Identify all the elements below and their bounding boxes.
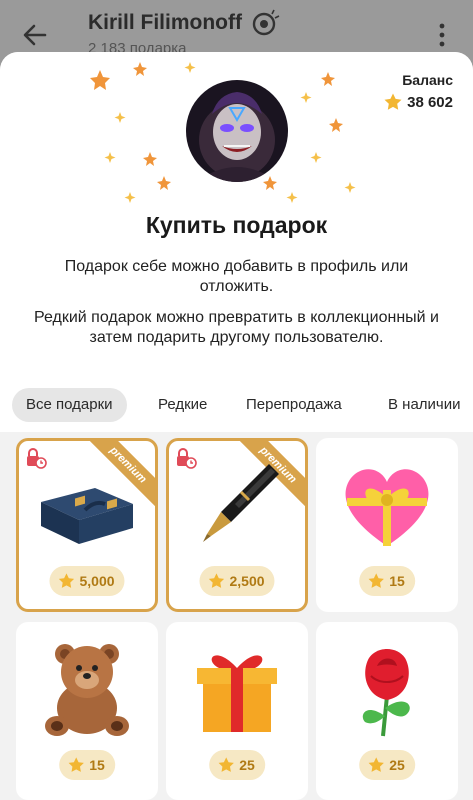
star-icon bbox=[218, 757, 234, 772]
back-arrow-icon[interactable] bbox=[22, 22, 48, 48]
gift-card-teddy-bear[interactable]: 15 bbox=[16, 622, 158, 800]
gift-box-icon bbox=[197, 655, 277, 732]
gift-grid: premium 5,000 premium 2,500 15 15 25 25 bbox=[0, 52, 473, 800]
gift-card-rose[interactable]: 25 bbox=[316, 622, 458, 800]
rose-icon bbox=[362, 649, 410, 737]
star-icon bbox=[368, 573, 384, 588]
gift-sheet: Баланс 38 602 Купить подарок Подарок себ… bbox=[0, 52, 473, 800]
star-icon bbox=[368, 757, 384, 772]
gift-price-value: 15 bbox=[89, 757, 105, 773]
gift-price: 5,000 bbox=[49, 566, 125, 596]
gift-card-gift-box[interactable]: 25 bbox=[166, 622, 308, 800]
gift-card-fountain-pen[interactable]: premium 2,500 bbox=[166, 438, 308, 612]
briefcase-icon bbox=[41, 488, 133, 544]
gift-price-value: 2,500 bbox=[229, 573, 265, 589]
gift-price-value: 25 bbox=[389, 757, 405, 773]
fountain-pen-icon bbox=[203, 464, 279, 542]
gift-card-heart[interactable]: 15 bbox=[316, 438, 458, 612]
star-icon bbox=[68, 757, 84, 772]
star-icon bbox=[58, 573, 75, 588]
gift-price: 15 bbox=[359, 566, 415, 596]
gift-price-value: 25 bbox=[239, 757, 255, 773]
teddy-bear-icon bbox=[45, 644, 129, 736]
more-menu-icon[interactable] bbox=[434, 22, 450, 48]
gift-card-briefcase[interactable]: premium 5,000 bbox=[16, 438, 158, 612]
eye-emoji-status-icon[interactable] bbox=[250, 8, 280, 38]
gift-price-value: 5,000 bbox=[79, 573, 115, 589]
star-icon bbox=[208, 573, 225, 588]
heart-with-ribbon-icon bbox=[345, 469, 429, 546]
gift-price: 25 bbox=[359, 750, 415, 780]
gift-price: 2,500 bbox=[199, 566, 275, 596]
gift-price: 15 bbox=[59, 750, 115, 780]
gift-price: 25 bbox=[209, 750, 265, 780]
gift-price-value: 15 bbox=[389, 573, 405, 589]
chat-title[interactable]: Kirill Filimonoff bbox=[88, 11, 242, 35]
